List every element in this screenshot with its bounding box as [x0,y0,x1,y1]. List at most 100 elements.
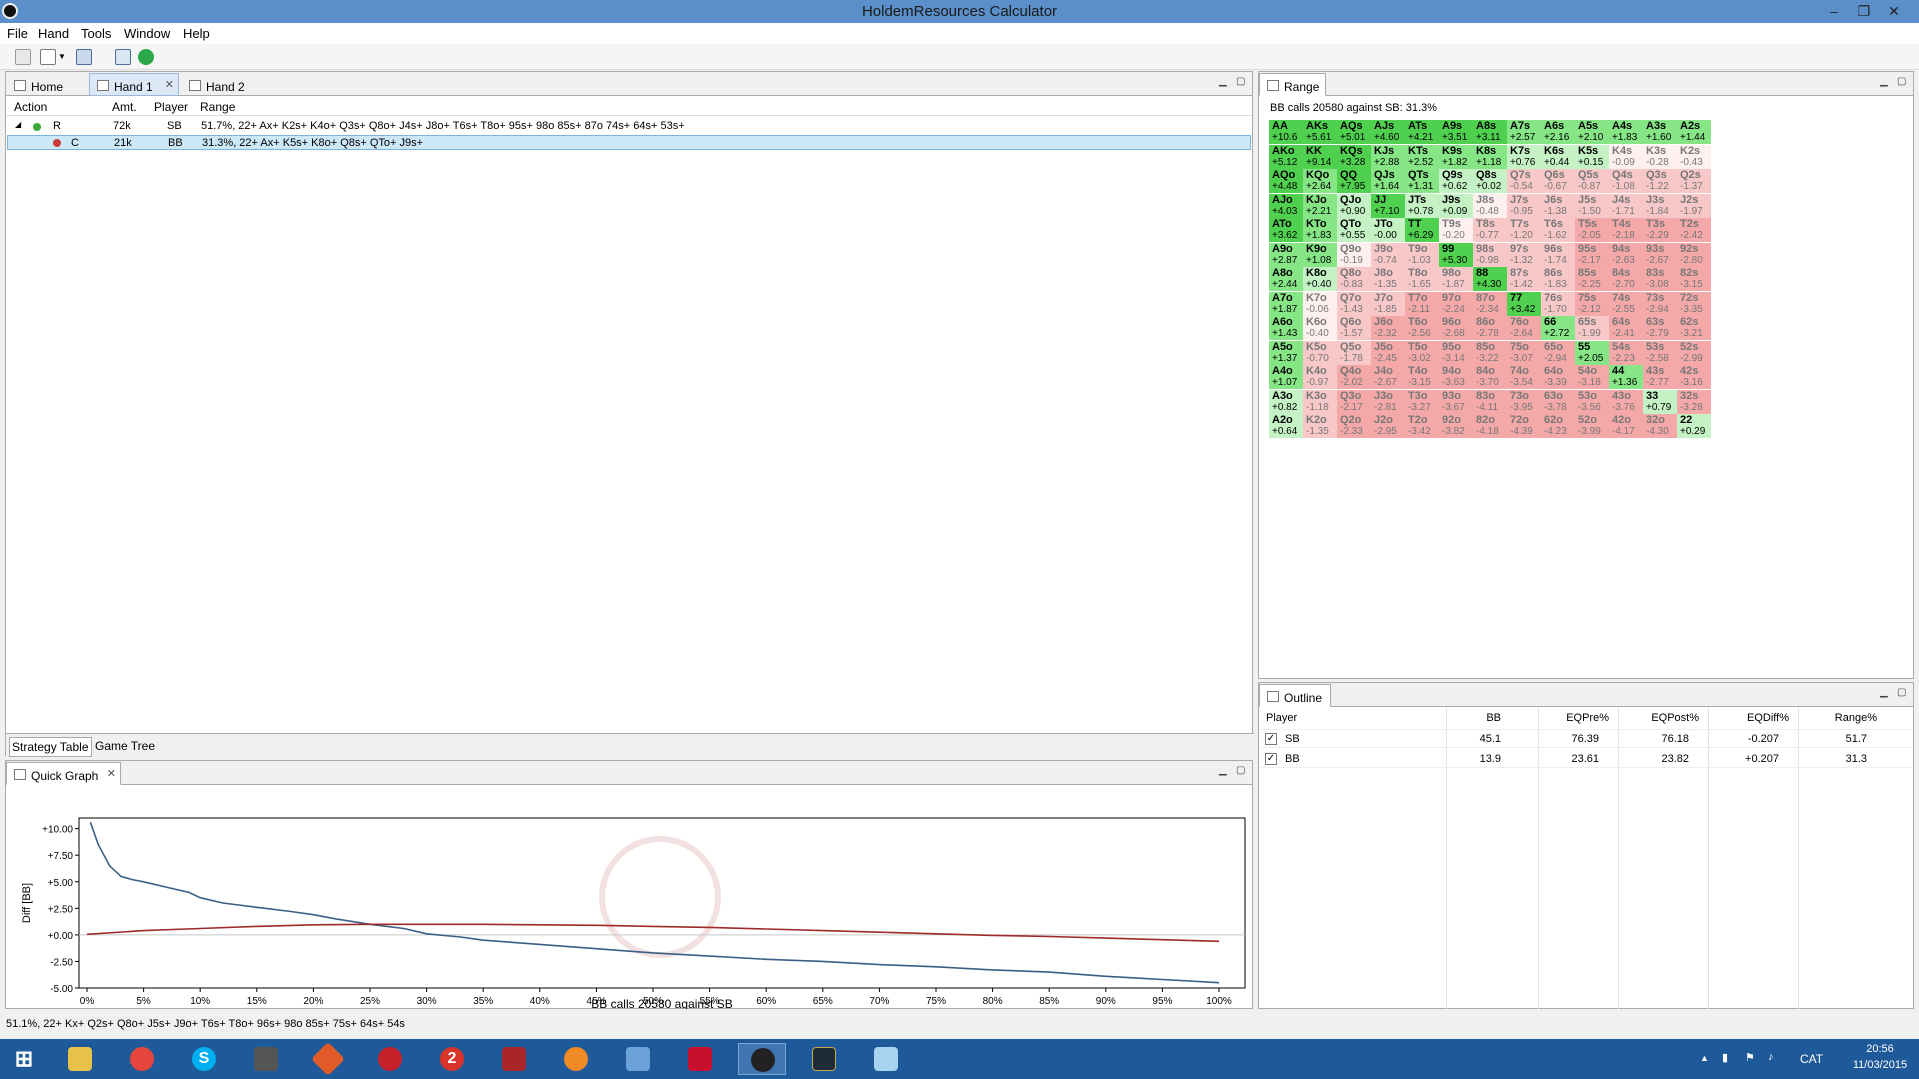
taskbar-firefox[interactable] [552,1043,600,1075]
clock-date[interactable]: 11/03/2015 [1850,1059,1910,1071]
hand-cell[interactable]: 52s -2.99 [1677,340,1711,365]
hand-cell[interactable]: Q3o -2.17 [1337,389,1371,414]
hand-cell[interactable]: J6s -1.38 [1541,193,1575,218]
hand-cell[interactable]: 42o -4.17 [1609,414,1643,438]
hand-cell[interactable]: A5o +1.37 [1269,340,1303,365]
hand-cell[interactable]: KTo +1.83 [1303,218,1337,242]
hand-cell[interactable]: A6o +1.43 [1269,316,1303,340]
maximize-view-icon[interactable]: ▢ [1236,76,1245,87]
table-row[interactable]: ◢ R 72k SB 51.7%, 22+ Ax+ K2s+ K4o+ Q3s+… [7,119,1251,134]
hand-cell[interactable]: A8o +2.44 [1269,267,1303,291]
hand-cell[interactable]: 84s -2.70 [1609,267,1643,291]
hand-cell[interactable]: J9s +0.09 [1439,193,1473,218]
clock-time[interactable]: 20:56 [1850,1043,1910,1055]
hand-cell[interactable]: A7s +2.57 [1507,120,1541,144]
hand-cell[interactable]: Q4o -2.02 [1337,365,1371,389]
maximize-button[interactable]: ❐ [1850,1,1878,21]
hand-cell[interactable]: Q3s -1.22 [1643,169,1677,193]
hand-cell[interactable]: K7o -0.06 [1303,291,1337,316]
hand-cell[interactable]: AQo +4.48 [1269,169,1303,193]
hand-cell[interactable]: K4o -0.97 [1303,365,1337,389]
hand-cell[interactable]: T7s -1.20 [1507,218,1541,242]
hand-cell[interactable]: AJo +4.03 [1269,193,1303,218]
hand-cell[interactable]: Q7o -1.43 [1337,291,1371,316]
minimize-view-icon[interactable]: ▁ [1880,76,1888,87]
hand-cell[interactable]: 83s -3.08 [1643,267,1677,291]
hand-cell[interactable]: K9o +1.08 [1303,242,1337,267]
hand-cell[interactable]: J4o -2.67 [1371,365,1405,389]
maximize-view-icon[interactable]: ▢ [1897,687,1906,698]
minimize-view-icon[interactable]: ▁ [1219,765,1227,776]
flag-icon[interactable]: ⚑ [1745,1051,1755,1064]
hand-cell[interactable]: ATs +4.21 [1405,120,1439,144]
hand-cell[interactable]: J5o -2.45 [1371,340,1405,365]
hand-cell[interactable]: 86s -1.83 [1541,267,1575,291]
minimize-view-icon[interactable]: ▁ [1219,76,1227,87]
signal-icon[interactable]: ▮ [1722,1051,1728,1064]
hand-cell[interactable]: A3o +0.82 [1269,389,1303,414]
hand-cell[interactable]: 84o -3.70 [1473,365,1507,389]
run-icon[interactable] [138,49,154,65]
hand-cell[interactable]: Q7s -0.54 [1507,169,1541,193]
hand-cell[interactable]: J5s -1.50 [1575,193,1609,218]
hand-cell[interactable]: 98s -0.98 [1473,242,1507,267]
hand-cell[interactable]: T8s -0.77 [1473,218,1507,242]
tab-quick-graph[interactable]: Quick Graph ✕ [6,762,121,785]
hand-cell[interactable]: 54s -2.23 [1609,340,1643,365]
hand-cell[interactable]: T9o -1.03 [1405,242,1439,267]
expand-icon[interactable]: ◢ [15,120,21,129]
tab-strategy-table[interactable]: Strategy Table [9,737,92,757]
hand-cell[interactable]: QQ +7.95 [1337,169,1371,193]
hand-cell[interactable]: 95o -3.14 [1439,340,1473,365]
hand-cell[interactable]: T3o -3.27 [1405,389,1439,414]
hand-cell[interactable]: Q8o -0.83 [1337,267,1371,291]
taskbar-app-red[interactable] [490,1043,538,1075]
hand-cell[interactable]: 53s -2.58 [1643,340,1677,365]
hand-cell[interactable]: 82s -3.15 [1677,267,1711,291]
hand-cell[interactable]: 96o -2.68 [1439,316,1473,340]
hand-cell[interactable]: 92o -3.82 [1439,414,1473,438]
hand-cell[interactable]: K5s +0.15 [1575,144,1609,169]
hand-cell[interactable]: J2s -1.97 [1677,193,1711,218]
hand-cell[interactable]: K5o -0.70 [1303,340,1337,365]
hand-cell[interactable]: 94s -2.63 [1609,242,1643,267]
taskbar-network[interactable] [614,1043,662,1075]
hand-cell[interactable]: 65o -2.94 [1541,340,1575,365]
hand-cell[interactable]: 74o -3.54 [1507,365,1541,389]
hand-cell[interactable]: 73s -2.94 [1643,291,1677,316]
hand-cell[interactable]: 93o -3.67 [1439,389,1473,414]
hand-cell[interactable]: 96s -1.74 [1541,242,1575,267]
hand-cell[interactable]: T8o -1.65 [1405,267,1439,291]
taskbar-pokerstars[interactable] [366,1043,414,1075]
hand-cell[interactable]: 64o -3.39 [1541,365,1575,389]
tab-hand-1[interactable]: Hand 1 ✕ [89,73,179,96]
hand-cell[interactable]: 32s -3.28 [1677,389,1711,414]
hand-cell[interactable]: KJo +2.21 [1303,193,1337,218]
hand-cell[interactable]: KK +9.14 [1303,144,1337,169]
sb-checkbox[interactable]: ✓ [1265,733,1277,745]
hand-cell[interactable]: K2o -1.35 [1303,414,1337,438]
hand-cell[interactable]: 65s -1.99 [1575,316,1609,340]
tab-range[interactable]: Range [1259,73,1326,96]
hand-cell[interactable]: KQs +3.28 [1337,144,1371,169]
hand-cell[interactable]: T6o -2.56 [1405,316,1439,340]
new-hand-icon[interactable] [40,49,56,65]
hand-cell[interactable]: A8s +3.11 [1473,120,1507,144]
bb-checkbox[interactable]: ✓ [1265,753,1277,765]
hand-cell[interactable]: 87s -1.42 [1507,267,1541,291]
hand-cell[interactable]: 22 +0.29 [1677,414,1711,438]
hand-cell[interactable]: 83o -4.11 [1473,389,1507,414]
hand-cell[interactable]: 72s -3.35 [1677,291,1711,316]
hand-cell[interactable]: K6o -0.40 [1303,316,1337,340]
hand-cell[interactable]: AQs +5.01 [1337,120,1371,144]
hand-cell[interactable]: A6s +2.16 [1541,120,1575,144]
open-folder-icon[interactable] [76,49,92,65]
hand-cell[interactable]: J4s -1.71 [1609,193,1643,218]
taskbar-explorer[interactable] [56,1043,104,1075]
hand-cell[interactable]: K3o -1.18 [1303,389,1337,414]
hand-cell[interactable]: 43s -2.77 [1643,365,1677,389]
taskbar-chrome[interactable] [118,1043,166,1075]
hand-cell[interactable]: QJs +1.64 [1371,169,1405,193]
hand-cell[interactable]: JJ +7.10 [1371,193,1405,218]
hand-cell[interactable]: J6o -2.32 [1371,316,1405,340]
